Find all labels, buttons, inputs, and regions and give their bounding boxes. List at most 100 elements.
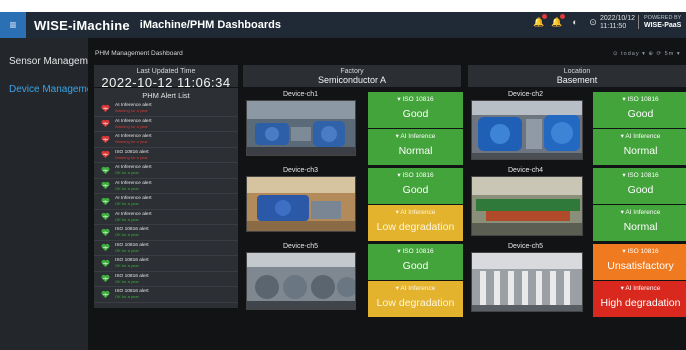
alert-list-item[interactable]: AI Inference alert OK for a year — [94, 210, 238, 225]
alert-text: ISO 10816 alert OK for a year — [115, 289, 149, 299]
alert-status: Warning for a year — [115, 154, 148, 160]
iso-value-ch5: Good — [402, 260, 429, 272]
iso-tile-ch5[interactable]: ▾ ISO 10816 Good — [368, 244, 463, 280]
settings-icon[interactable]: ⊙ — [588, 17, 598, 27]
location-value: Basement — [556, 75, 598, 85]
heart-pulse-icon — [101, 228, 110, 236]
top-bar: ≡ WISE-iMachine iMachine/PHM Dashboards … — [0, 12, 686, 38]
iso-label-ch2: ▾ ISO 10816 — [622, 96, 659, 103]
alert-list-item[interactable]: ISO 10816 alert OK for a year — [94, 225, 238, 241]
device-photo-ch4[interactable] — [471, 176, 583, 236]
device-photo-ch1[interactable] — [246, 100, 356, 156]
ai-label-ch5: ▾ AI Inference — [395, 285, 436, 292]
alert-text: AI Inference alert Warning for a year — [115, 119, 152, 129]
sidebar-item-device-management[interactable]: Device Management — [0, 80, 88, 100]
alert-list-item[interactable]: ISO 10816 alert OK for a year — [94, 256, 238, 272]
heart-pulse-icon — [101, 182, 110, 190]
heart-pulse-icon — [101, 135, 110, 143]
iso-value-ch3: Good — [402, 184, 429, 196]
ai-label-ch1: ▾ AI Inference — [395, 133, 436, 140]
alert-list-title: PHM Alert List — [142, 91, 190, 100]
sidebar: Sensor Management Device Management — [0, 38, 88, 350]
iso-tile-ch2[interactable]: ▾ ISO 10816 Good — [593, 92, 686, 128]
ai-tile-ch5[interactable]: ▾ AI Inference Low degradation — [368, 281, 463, 317]
alert-text: AI Inference alert OK for a year — [115, 165, 152, 175]
device-name-ch3: Device-ch3 — [282, 167, 318, 174]
alert-status: OK for a year — [115, 170, 139, 176]
last-updated-panel: Last Updated Time 2022-10-12 11:06:34 — [94, 65, 238, 90]
iso-label-ch4: ▾ ISO 10816 — [622, 172, 659, 179]
device-name-ch5: Device-ch5 — [282, 243, 318, 250]
alert-text: ISO 10816 alert OK for a year — [115, 274, 149, 284]
alert-status: OK for a year — [115, 247, 139, 253]
alert-status: OK for a year — [115, 263, 139, 269]
phm-alert-list: PHM Alert List AI Inference alert Warning… — [94, 88, 238, 308]
ai-tile-ch1[interactable]: ▾ AI Inference Normal — [368, 129, 463, 165]
iso-label-ch3: ▾ ISO 10816 — [397, 172, 434, 179]
iso-label-ch6: ▾ ISO 10816 — [622, 248, 659, 255]
alert-text: ISO 10816 alert OK for a year — [115, 227, 149, 237]
alert-text: AI Inference alert OK for a year — [115, 196, 152, 206]
ai-tile-ch4[interactable]: ▾ AI Inference Normal — [593, 205, 686, 241]
alert-list-item[interactable]: AI Inference alert Warning for a year — [94, 117, 238, 132]
alert-status: Warning for a year — [115, 123, 148, 129]
factory-panel: Factory Semiconductor A — [243, 65, 461, 87]
alert-list-item[interactable]: AI Inference alert OK for a year — [94, 194, 238, 210]
ai-tile-ch2[interactable]: ▾ AI Inference Normal — [593, 129, 686, 165]
compass-icon[interactable]: ◐ — [570, 17, 580, 27]
alert-list-item[interactable]: ISO 10816 alert Warning for a year — [94, 148, 238, 163]
clock-date: 2022/10/12 — [600, 15, 636, 22]
alert-status: OK for a year — [115, 278, 139, 284]
iso-value-ch4: Good — [627, 184, 654, 196]
time-range-controls[interactable]: ⊙ today ▾ ⊕ ⟳ 5m ▾ — [613, 51, 681, 57]
ai-label-ch3: ▾ AI Inference — [395, 209, 436, 216]
top-icon-group: 🔔 🔔 ◐ ⊙ — [533, 14, 598, 27]
sidebar-item-sensor-management[interactable]: Sensor Management — [0, 52, 88, 72]
alert-list-item[interactable]: AI Inference alert Warning for a year — [94, 132, 238, 148]
device-name-ch6: Device-ch5 — [507, 243, 543, 250]
clock: 2022/10/12 11:11:50 — [600, 15, 635, 31]
iso-label-ch1: ▾ ISO 10816 — [397, 96, 434, 103]
alert-status: OK for a year — [115, 185, 139, 191]
ai-tile-ch3[interactable]: ▾ AI Inference Low degradation — [368, 205, 463, 241]
bell-icon[interactable]: 🔔 — [551, 14, 565, 27]
alert-list-item[interactable]: AI Inference alert Warning for a year — [94, 101, 238, 117]
heart-pulse-icon — [101, 275, 110, 283]
bell-alert-icon[interactable]: 🔔 — [533, 14, 547, 27]
alert-text: AI Inference alert Warning for a year — [115, 103, 152, 113]
device-photo-ch2[interactable] — [471, 100, 583, 160]
iso-tile-ch4[interactable]: ▾ ISO 10816 Good — [593, 168, 686, 204]
iso-tile-ch3[interactable]: ▾ ISO 10816 Good — [368, 168, 463, 204]
clock-time: 11:11:50 — [600, 23, 627, 30]
iso-tile-ch1[interactable]: ▾ ISO 10816 Good — [368, 92, 463, 128]
menu-icon[interactable]: ≡ — [0, 12, 26, 38]
alert-items: AI Inference alert Warning for a year AI I… — [94, 101, 238, 303]
breadcrumb[interactable]: iMachine/PHM Dashboards — [140, 19, 281, 31]
location-panel: Location Basement — [468, 65, 686, 87]
iso-tile-ch6[interactable]: ▾ ISO 10816 Unsatisfactory — [593, 244, 686, 280]
alert-list-item[interactable]: ISO 10816 alert OK for a year — [94, 272, 238, 287]
alert-list-item[interactable]: ISO 10816 alert OK for a year — [94, 241, 238, 256]
device-photo-ch3[interactable] — [246, 176, 356, 232]
ai-value-ch3: Low degradation — [376, 221, 455, 233]
device-photo-ch6[interactable] — [471, 252, 583, 312]
ai-tile-ch6[interactable]: ▾ AI Inference High degradation — [593, 281, 686, 317]
brand-logo: WISE-iMachine — [34, 17, 130, 33]
alert-text: AI Inference alert OK for a year — [115, 181, 152, 191]
ai-value-ch1: Normal — [398, 145, 433, 157]
iso-value-ch6: Unsatisfactory — [607, 260, 674, 272]
app-window: ≡ WISE-iMachine iMachine/PHM Dashboards … — [0, 12, 686, 350]
heart-pulse-icon — [101, 213, 110, 221]
alert-list-item[interactable]: ISO 10816 alert OK for a year — [94, 287, 238, 303]
powered-by-logo: POWERED BY WISE-PaaS — [638, 15, 681, 29]
heart-pulse-icon — [101, 166, 110, 174]
factory-value: Semiconductor A — [317, 75, 387, 85]
alert-list-item[interactable]: AI Inference alert OK for a year — [94, 179, 238, 194]
iso-value-ch2: Good — [627, 108, 654, 120]
alert-status: OK for a year — [115, 294, 139, 300]
heart-pulse-icon — [101, 120, 110, 128]
device-photo-ch5[interactable] — [246, 252, 356, 310]
last-updated-label: Last Updated Time — [136, 68, 196, 75]
heart-pulse-icon — [101, 259, 110, 267]
alert-list-item[interactable]: AI Inference alert OK for a year — [94, 163, 238, 179]
